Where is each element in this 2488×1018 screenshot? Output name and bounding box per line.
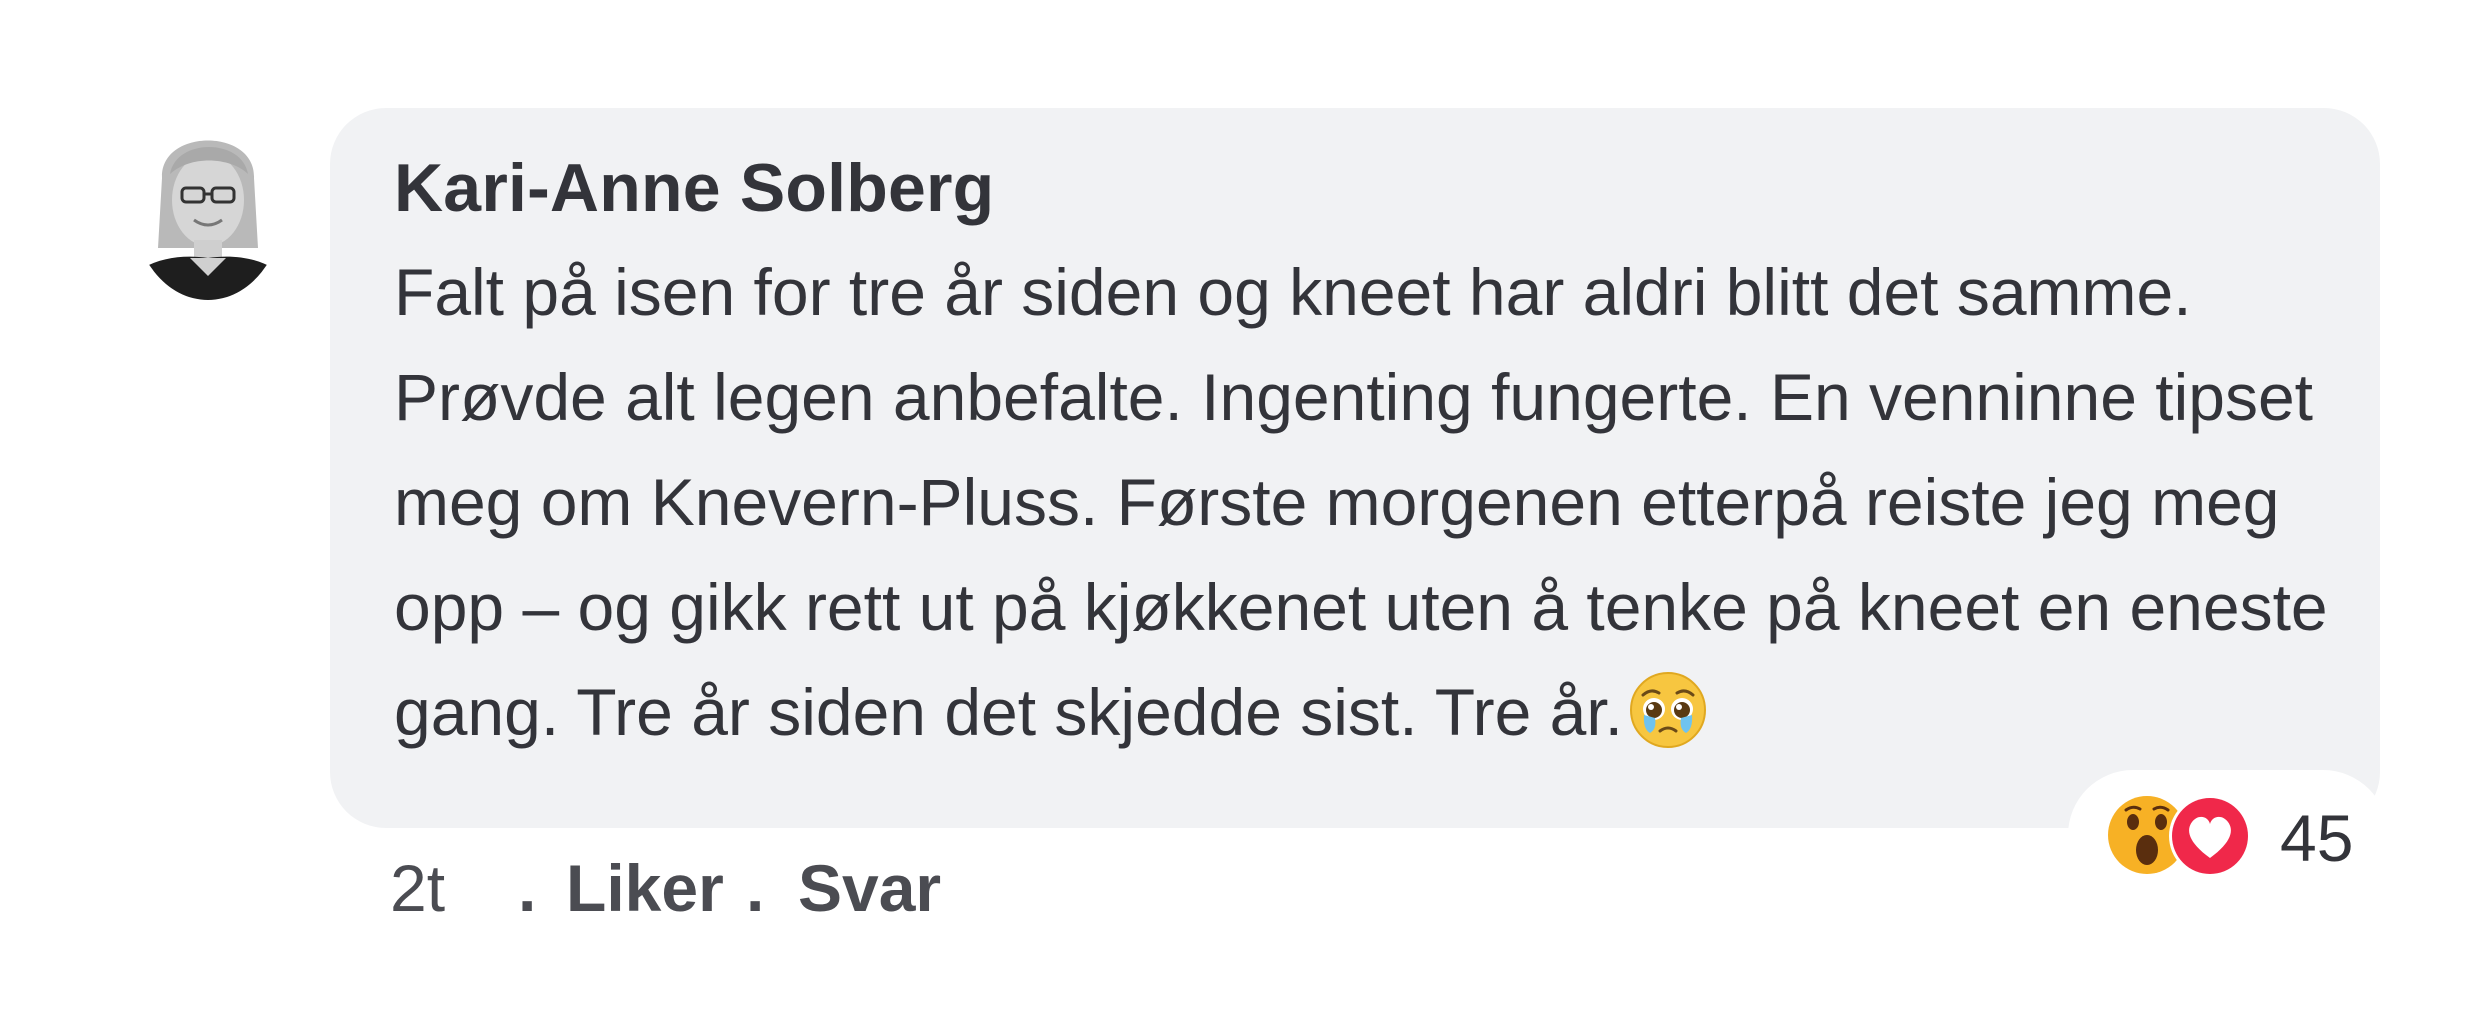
comment-timestamp[interactable]: 2t xyxy=(390,848,445,928)
comment-body: Falt på isen for tre år siden og kneet h… xyxy=(394,240,2354,779)
love-icon xyxy=(2168,794,2252,883)
reactions-summary[interactable]: 45 xyxy=(2068,770,2388,900)
reply-button[interactable]: Svar xyxy=(798,848,941,928)
comment-author[interactable]: Kari-Anne Solberg xyxy=(394,148,2380,228)
separator-dot: . xyxy=(746,851,765,925)
avatar[interactable] xyxy=(132,108,284,300)
reaction-count: 45 xyxy=(2280,801,2354,875)
separator-dot: . xyxy=(518,851,537,925)
comment-bubble: Kari-Anne Solberg Falt på isen for tre å… xyxy=(330,108,2380,828)
pleading-face-with-tear-icon xyxy=(1629,671,1707,779)
comment-text: Falt på isen for tre år siden og kneet h… xyxy=(394,255,2328,749)
profile-photo xyxy=(132,108,284,300)
like-button[interactable]: Liker xyxy=(566,848,724,928)
